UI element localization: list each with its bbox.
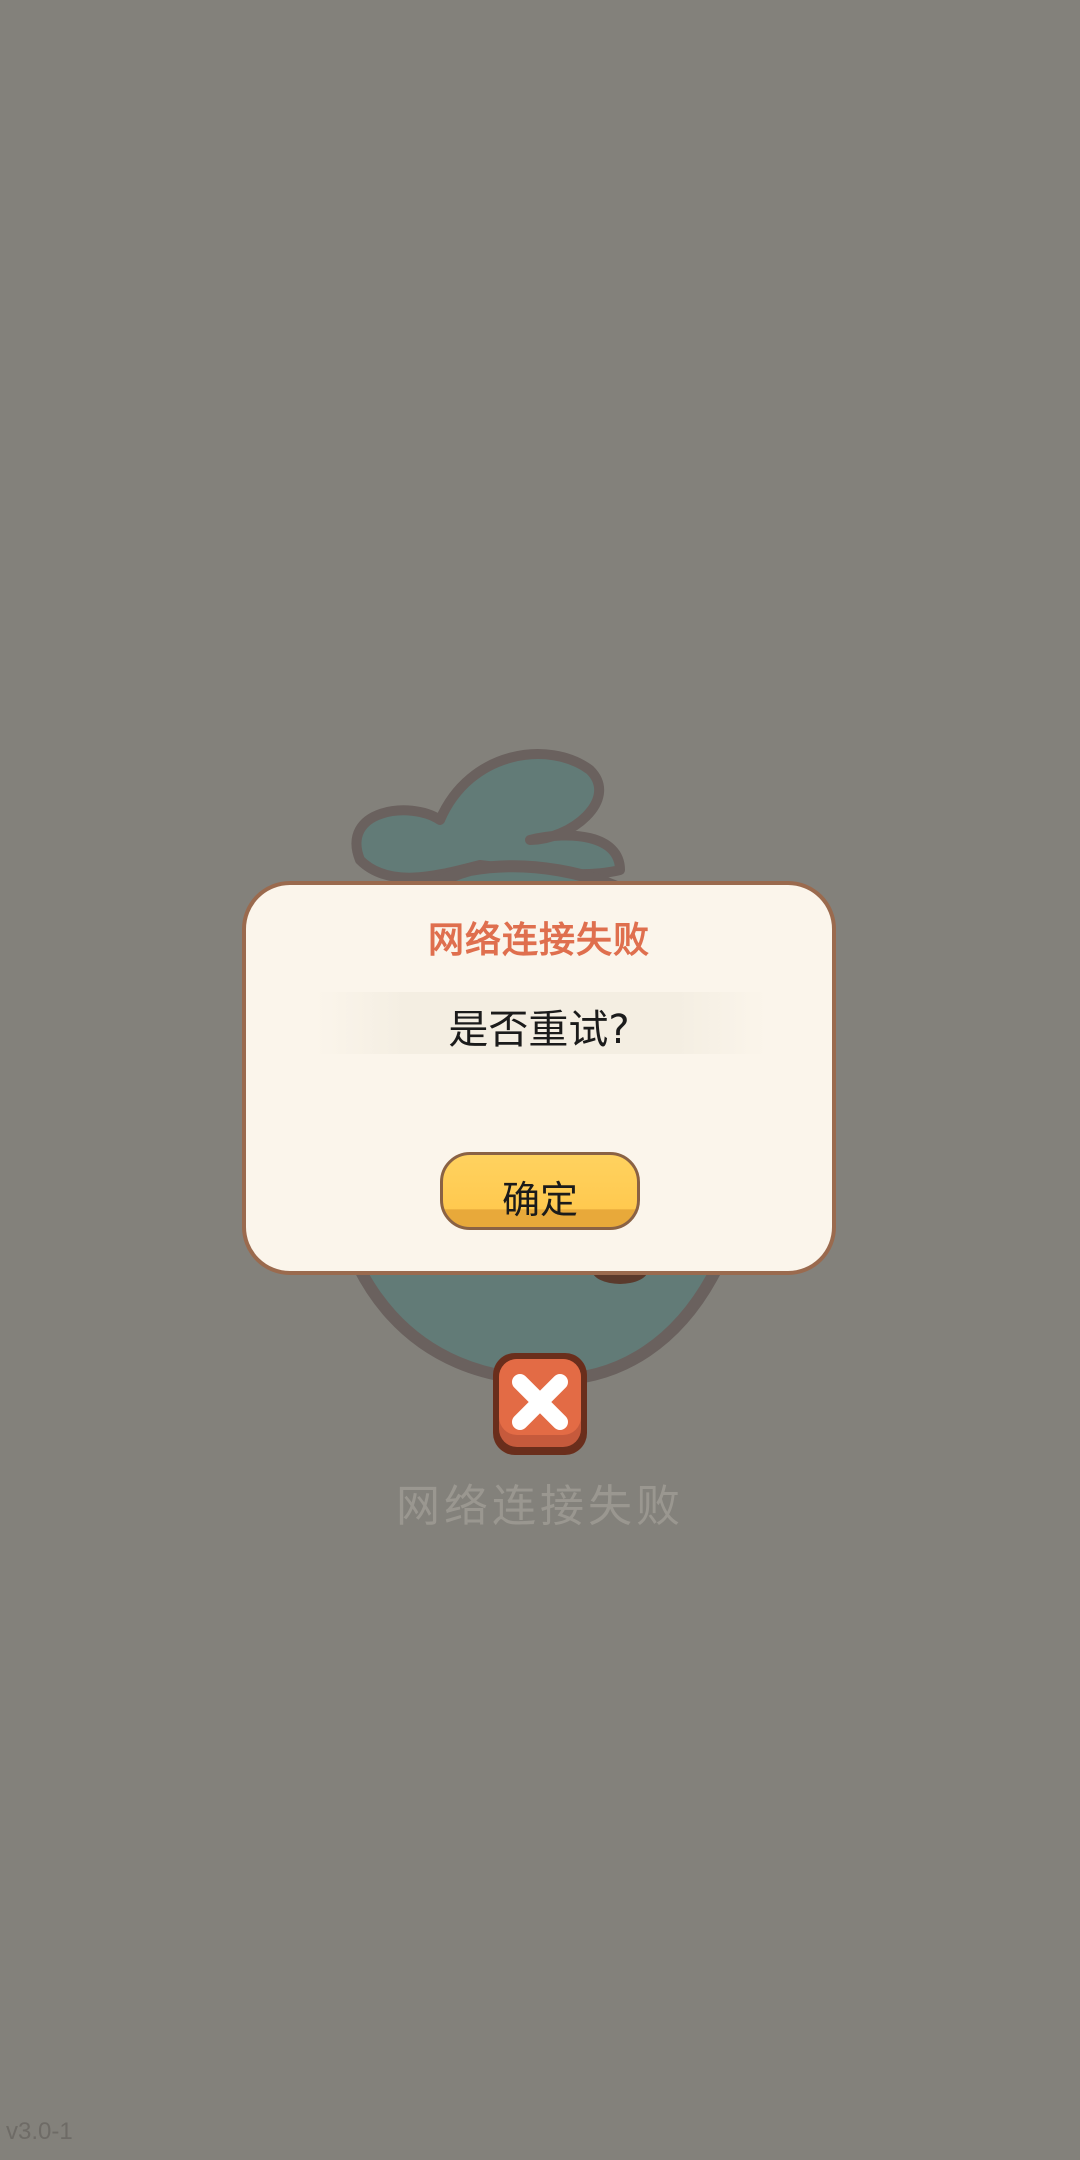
screen: 网络连接失败 v3.0-1 网络连接失败 是否重试? 确定 xyxy=(0,0,1080,2160)
error-x-icon xyxy=(493,1353,587,1455)
version-label: v3.0-1 xyxy=(6,2118,73,2145)
confirm-button-label: 确定 xyxy=(501,1178,578,1222)
dialog-title: 网络连接失败 xyxy=(427,920,650,961)
retry-dialog: 网络连接失败 是否重试? 确定 xyxy=(242,881,836,1275)
dialog-message: 是否重试? xyxy=(448,1007,630,1053)
confirm-button[interactable]: 确定 xyxy=(440,1152,640,1230)
background-error-text: 网络连接失败 xyxy=(396,1481,684,1532)
